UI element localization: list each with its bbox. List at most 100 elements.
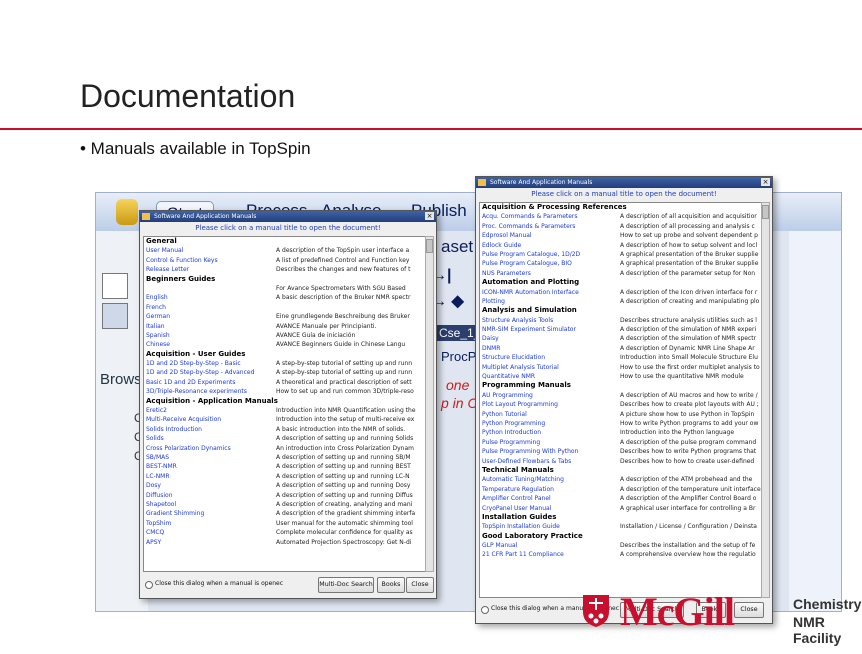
manual-row[interactable]: CMCQ Complete molecular confidence for qu… (144, 528, 425, 537)
manual-row[interactable]: AU Programming A description of AU macros… (480, 391, 761, 400)
procpars-tab[interactable]: ProcP (441, 349, 476, 364)
manual-title-link[interactable]: User-Defined Flowbars & Tabs (482, 457, 571, 466)
manual-row[interactable]: Proc. Commands & Parameters A description… (480, 222, 761, 231)
manual-row[interactable]: CryoPanel User Manual A graphical user in… (480, 504, 761, 513)
manual-row[interactable]: 3D/Triple-Resonance experiments How to se… (144, 387, 425, 396)
manual-title-link[interactable]: GLP Manual (482, 541, 517, 550)
manual-title-link[interactable]: ICON-NMR Automation Interface (482, 288, 579, 297)
scrollbar[interactable] (761, 202, 770, 598)
manual-row[interactable]: APSY Automated Projection Spectroscopy: G… (144, 538, 425, 547)
manual-row[interactable]: French (144, 303, 425, 312)
manual-row[interactable]: German Eine grundlegende Beschreibung des… (144, 312, 425, 321)
manual-row[interactable]: TopSpin Installation Guide Installation /… (480, 522, 761, 531)
manual-row[interactable]: Amplifier Control Panel A description of … (480, 494, 761, 503)
manual-row[interactable]: Python Programming How to write Python pr… (480, 419, 761, 428)
manual-title-link[interactable]: Multiplet Analysis Tutorial (482, 363, 559, 372)
manual-title-link[interactable]: Chinese (146, 340, 170, 349)
manual-row[interactable]: Solids Introduction A basic introduction … (144, 425, 425, 434)
manual-row[interactable]: Plot Layout Programming Describes how to … (480, 400, 761, 409)
manual-title-link[interactable]: Gradient Shimming (146, 509, 204, 518)
dialog-titlebar[interactable]: Software And Application Manuals × (140, 211, 436, 222)
manual-title-link[interactable]: TopShim (146, 519, 171, 528)
manual-title-link[interactable]: BEST-NMR (146, 462, 177, 471)
manual-row[interactable]: Automatic Tuning/Matching A description o… (480, 475, 761, 484)
manual-row[interactable]: Python Tutorial A picture show how to use… (480, 410, 761, 419)
manual-row[interactable]: English A basic description of the Bruker… (144, 293, 425, 302)
manual-title-link[interactable]: Pulse Program Catalogue, BIO (482, 259, 572, 268)
manual-row[interactable]: Cross Polarization Dynamics An introducti… (144, 444, 425, 453)
manual-title-link[interactable]: User Manual (146, 246, 183, 255)
browser-tab[interactable]: Brows (100, 371, 142, 388)
manual-title-link[interactable]: APSY (146, 538, 161, 547)
manual-row[interactable]: Quantitative NMR How to use the quantitat… (480, 372, 761, 381)
manual-row[interactable]: Python Introduction Introduction into the… (480, 428, 761, 437)
manual-row[interactable]: Structure Elucidation Introduction into S… (480, 353, 761, 362)
scroll-thumb[interactable] (426, 239, 433, 253)
manual-row[interactable]: Shapetool A description of creating, anal… (144, 500, 425, 509)
manual-row[interactable]: Basic 1D and 2D Experiments A theoretical… (144, 378, 425, 387)
manual-row[interactable]: Pulse Programming A description of the pu… (480, 438, 761, 447)
manual-title-link[interactable]: SB/MAS (146, 453, 169, 462)
manual-title-link[interactable]: Basic 1D and 2D Experiments (146, 378, 235, 387)
manual-row[interactable]: Eretic2 Introduction into NMR Quantificat… (144, 406, 425, 415)
manual-title-link[interactable]: DNMR (482, 344, 500, 353)
manual-row[interactable]: Gradient Shimming A description of the gr… (144, 509, 425, 518)
manual-title-link[interactable]: Plotting (482, 297, 505, 306)
new-file-icon[interactable] (102, 273, 128, 299)
manual-title-link[interactable]: Eretic2 (146, 406, 167, 415)
manual-row[interactable]: Release Letter Describes the changes and … (144, 265, 425, 274)
database-icon[interactable] (116, 199, 138, 225)
manual-title-link[interactable]: Daisy (482, 334, 499, 343)
manual-title-link[interactable]: Dosy (146, 481, 161, 490)
manual-title-link[interactable]: Spanish (146, 331, 170, 340)
manual-title-link[interactable]: Italian (146, 322, 165, 331)
manual-title-link[interactable]: Amplifier Control Panel (482, 494, 551, 503)
manual-title-link[interactable]: Acqu. Commands & Parameters (482, 212, 578, 221)
manual-title-link[interactable]: 1D and 2D Step-by-Step - Advanced (146, 368, 254, 377)
manual-row[interactable]: Diffusion A description of setting up and… (144, 491, 425, 500)
manual-title-link[interactable]: Edlock Guide (482, 241, 521, 250)
manual-row[interactable]: ICON-NMR Automation Interface A descripti… (480, 288, 761, 297)
manual-row[interactable]: SB/MAS A description of setting up and ru… (144, 453, 425, 462)
manual-title-link[interactable]: Pulse Program Catalogue, 1D/2D (482, 250, 580, 259)
manual-title-link[interactable]: Multi-Receive Acquisition (146, 415, 221, 424)
manual-title-link[interactable]: Solids (146, 434, 164, 443)
manual-title-link[interactable]: 21 CFR Part 11 Compliance (482, 550, 564, 559)
manual-title-link[interactable]: Python Introduction (482, 428, 541, 437)
manual-row[interactable]: Pulse Programming With Python Describes h… (480, 447, 761, 456)
save-icon[interactable] (102, 303, 128, 329)
manual-title-link[interactable]: English (146, 293, 168, 302)
manual-row[interactable]: GLP Manual Describes the installation and… (480, 541, 761, 550)
manual-title-link[interactable]: German (146, 312, 170, 321)
manual-title-link[interactable]: Pulse Programming With Python (482, 447, 578, 456)
manual-title-link[interactable]: AU Programming (482, 391, 533, 400)
manual-title-link[interactable]: Python Tutorial (482, 410, 527, 419)
manual-row[interactable]: 21 CFR Part 11 Compliance A comprehensive… (480, 550, 761, 559)
close-on-open-checkbox[interactable] (145, 581, 153, 589)
manual-title-link[interactable]: 3D/Triple-Resonance experiments (146, 387, 247, 396)
manual-row[interactable]: Pulse Program Catalogue, 1D/2D A graphica… (480, 250, 761, 259)
scrollbar[interactable] (425, 236, 434, 572)
manual-title-link[interactable]: Control & Function Keys (146, 256, 218, 265)
manual-title-link[interactable]: NUS Parameters (482, 269, 531, 278)
multi-doc-search-button[interactable]: Multi-Doc Search (318, 577, 374, 593)
manual-title-link[interactable]: CryoPanel User Manual (482, 504, 551, 513)
close-icon[interactable]: × (425, 212, 434, 220)
manual-title-link[interactable]: Automatic Tuning/Matching (482, 475, 564, 484)
manual-title-link[interactable]: Quantitative NMR (482, 372, 535, 381)
manual-row[interactable]: NMR-SIM Experiment Simulator A descriptio… (480, 325, 761, 334)
manual-title-link[interactable]: Release Letter (146, 265, 189, 274)
manual-title-link[interactable]: Diffusion (146, 491, 173, 500)
manual-row[interactable]: Control & Function Keys A list of predefi… (144, 256, 425, 265)
manual-row[interactable]: Dosy A description of setting up and runn… (144, 481, 425, 490)
manual-title-link[interactable]: Plot Layout Programming (482, 400, 558, 409)
manual-title-link[interactable]: Cross Polarization Dynamics (146, 444, 231, 453)
manual-row[interactable]: Edprosol Manual How to set up probe and s… (480, 231, 761, 240)
manual-row[interactable]: Pulse Program Catalogue, BIO A graphical … (480, 259, 761, 268)
manual-title-link[interactable]: French (146, 303, 166, 312)
manual-title-link[interactable]: Proc. Commands & Parameters (482, 222, 575, 231)
manual-title-link[interactable]: CMCQ (146, 528, 164, 537)
manual-row[interactable]: Structure Analysis Tools Describes struct… (480, 316, 761, 325)
manual-row[interactable]: Edlock Guide A description of how to setu… (480, 241, 761, 250)
books-button[interactable]: Books (377, 577, 405, 593)
